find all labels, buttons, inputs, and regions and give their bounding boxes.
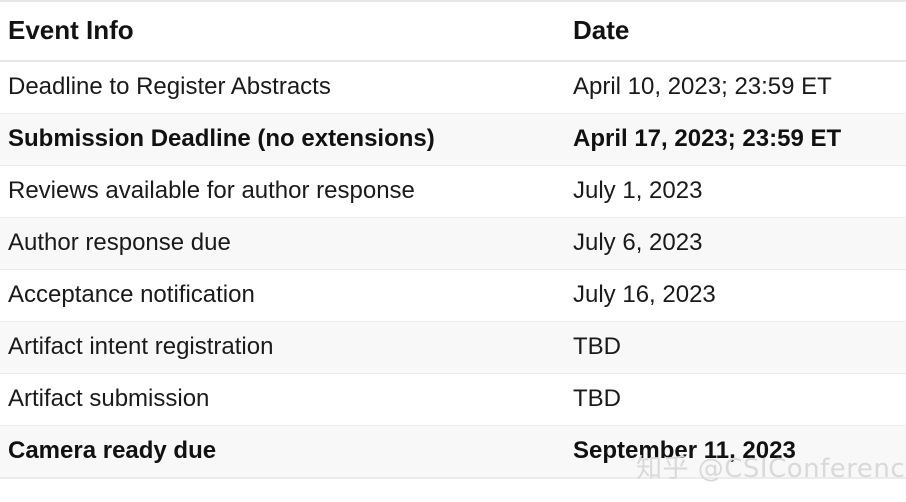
cell-event-info: Artifact intent registration bbox=[8, 333, 274, 361]
cell-event-info: Reviews available for author response bbox=[8, 177, 415, 205]
cell-date: September 11, 2023 bbox=[573, 437, 796, 465]
column-header-event-info: Event Info bbox=[0, 0, 565, 63]
cell-date: July 16, 2023 bbox=[573, 281, 716, 309]
cell-date: TBD bbox=[573, 385, 621, 413]
conference-schedule-table: Event Info Date Deadline to Register Abs… bbox=[0, 0, 906, 479]
table-row: Artifact intent registration TBD bbox=[0, 321, 906, 374]
table-row: Deadline to Register Abstracts April 10, … bbox=[0, 61, 906, 114]
cell-event-info: Camera ready due bbox=[8, 437, 217, 465]
table-row: Camera ready due September 11, 2023 bbox=[0, 425, 906, 479]
cell-event-info: Artifact submission bbox=[8, 385, 210, 413]
cell-date: April 17, 2023; 23:59 ET bbox=[573, 125, 842, 153]
cell-date: July 1, 2023 bbox=[573, 177, 703, 205]
cell-event-info: Submission Deadline (no extensions) bbox=[8, 125, 435, 153]
table-row: Reviews available for author response Jul… bbox=[0, 165, 906, 218]
table-row: Acceptance notification July 16, 2023 bbox=[0, 269, 906, 322]
schedule-page: Event Info Date Deadline to Register Abs… bbox=[0, 0, 906, 502]
table-row: Submission Deadline (no extensions) April… bbox=[0, 113, 906, 166]
cell-date: July 6, 2023 bbox=[573, 229, 703, 257]
table-body: Deadline to Register Abstracts April 10, … bbox=[0, 61, 906, 479]
cell-date: April 10, 2023; 23:59 ET bbox=[573, 73, 832, 101]
cell-event-info: Acceptance notification bbox=[8, 281, 255, 309]
table-row: Author response due July 6, 2023 bbox=[0, 217, 906, 270]
table-header-row: Event Info Date bbox=[0, 0, 906, 63]
column-header-date: Date bbox=[565, 0, 906, 63]
cell-event-info: Deadline to Register Abstracts bbox=[8, 73, 331, 101]
table-row: Artifact submission TBD bbox=[0, 373, 906, 426]
cell-date: TBD bbox=[573, 333, 621, 361]
table-header: Event Info Date bbox=[0, 0, 906, 63]
cell-event-info: Author response due bbox=[8, 229, 231, 257]
